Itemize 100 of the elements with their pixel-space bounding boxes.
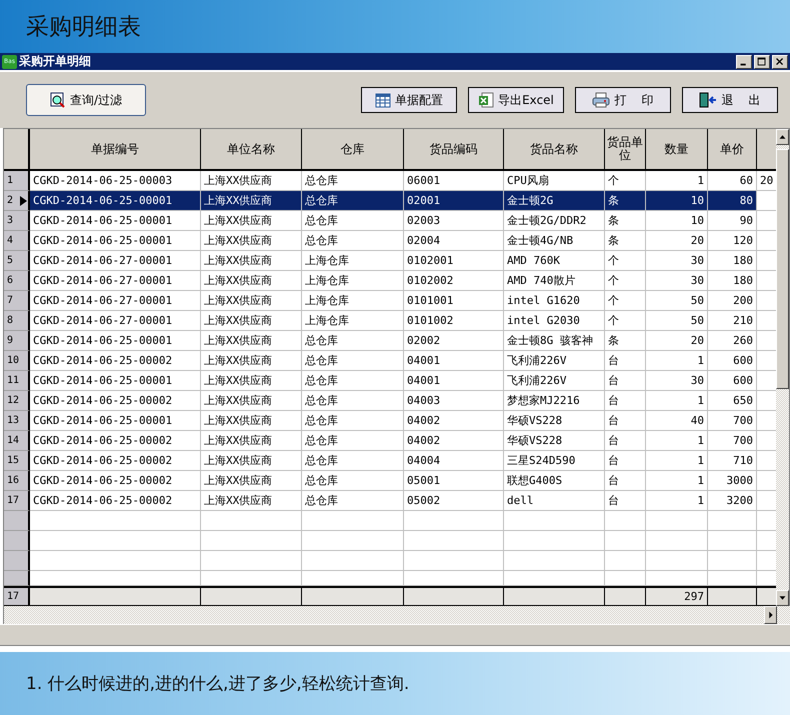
table-cell: 1 bbox=[646, 351, 708, 371]
table-cell: 个 bbox=[605, 171, 646, 191]
row-header[interactable]: 8 bbox=[4, 311, 30, 331]
table-cell: CGKD-2014-06-27-00001 bbox=[30, 311, 201, 331]
export-button[interactable]: 导出Excel bbox=[468, 87, 564, 113]
row-header bbox=[4, 511, 30, 531]
scroll-thumb[interactable] bbox=[776, 149, 789, 389]
row-header[interactable]: 11 bbox=[4, 371, 30, 391]
row-header[interactable]: 5 bbox=[4, 251, 30, 271]
row-header[interactable]: 12 bbox=[4, 391, 30, 411]
row-number: 14 bbox=[7, 435, 20, 446]
filter-button[interactable]: 查询/过滤 bbox=[26, 84, 146, 116]
config-button[interactable]: 单据配置 bbox=[361, 87, 457, 113]
row-number: 8 bbox=[7, 315, 14, 326]
row-header[interactable]: 4 bbox=[4, 231, 30, 251]
row-header[interactable]: 15 bbox=[4, 451, 30, 471]
column-header[interactable]: 数量 bbox=[646, 129, 708, 171]
table-cell: CGKD-2014-06-25-00001 bbox=[30, 191, 201, 211]
table-cell: 1 bbox=[646, 491, 708, 511]
column-header[interactable]: 货品名称 bbox=[504, 129, 605, 171]
column-header[interactable]: 单位名称 bbox=[201, 129, 302, 171]
row-header[interactable]: 1 bbox=[4, 171, 30, 191]
table-cell: 个 bbox=[605, 291, 646, 311]
table-cell: 个 bbox=[605, 251, 646, 271]
minimize-button[interactable] bbox=[736, 54, 752, 68]
spreadsheet-icon bbox=[478, 92, 494, 108]
table-cell bbox=[605, 571, 646, 586]
table-cell: 60 bbox=[708, 171, 757, 191]
row-header[interactable]: 2 bbox=[4, 191, 30, 211]
table-cell: 210 bbox=[708, 311, 757, 331]
table-cell: 上海XX供应商 bbox=[201, 311, 302, 331]
total-cell: 297 bbox=[646, 586, 708, 606]
table-cell bbox=[646, 511, 708, 531]
table-cell: CGKD-2014-06-27-00001 bbox=[30, 271, 201, 291]
row-header bbox=[4, 571, 30, 586]
table-cell bbox=[605, 551, 646, 571]
table-cell: CPU风扇 bbox=[504, 171, 605, 191]
scroll-up-button[interactable] bbox=[776, 129, 789, 145]
table-cell: 上海仓库 bbox=[302, 251, 404, 271]
row-number: 13 bbox=[7, 415, 20, 426]
table-cell: CGKD-2014-06-25-00002 bbox=[30, 471, 201, 491]
scroll-right-button[interactable] bbox=[764, 606, 777, 624]
scroll-down-button[interactable] bbox=[776, 590, 789, 606]
row-number: 15 bbox=[7, 455, 20, 466]
printer-icon bbox=[592, 92, 610, 108]
table-cell bbox=[605, 531, 646, 551]
column-header[interactable]: 仓库 bbox=[302, 129, 404, 171]
table-cell: 120 bbox=[708, 231, 757, 251]
table-cell: 上海XX供应商 bbox=[201, 191, 302, 211]
row-header[interactable]: 3 bbox=[4, 211, 30, 231]
table-cell: 50 bbox=[646, 311, 708, 331]
table-cell: 个 bbox=[605, 271, 646, 291]
row-header bbox=[4, 531, 30, 551]
column-header[interactable]: 货品单位 bbox=[605, 129, 646, 171]
table-cell: 华硕VS228 bbox=[504, 411, 605, 431]
row-number: 7 bbox=[7, 295, 14, 306]
table-cell: 1 bbox=[646, 471, 708, 491]
table-cell: 04004 bbox=[404, 451, 504, 471]
row-header[interactable]: 10 bbox=[4, 351, 30, 371]
table-cell: 联想G400S bbox=[504, 471, 605, 491]
table-cell: 600 bbox=[708, 371, 757, 391]
table-cell: 上海XX供应商 bbox=[201, 251, 302, 271]
row-header[interactable]: 9 bbox=[4, 331, 30, 351]
table-cell: 上海仓库 bbox=[302, 311, 404, 331]
table-cell: 50 bbox=[646, 291, 708, 311]
row-number: 6 bbox=[7, 275, 14, 286]
table-cell: CGKD-2014-06-27-00001 bbox=[30, 251, 201, 271]
table-cell bbox=[708, 551, 757, 571]
table-cell: 700 bbox=[708, 411, 757, 431]
column-header[interactable]: 货品编码 bbox=[404, 129, 504, 171]
table-cell: 200 bbox=[708, 291, 757, 311]
exit-button[interactable]: 退 出 bbox=[682, 87, 778, 113]
row-header[interactable]: 7 bbox=[4, 291, 30, 311]
table-cell: CGKD-2014-06-25-00002 bbox=[30, 351, 201, 371]
row-header[interactable]: 14 bbox=[4, 431, 30, 451]
column-header[interactable]: 单据编号 bbox=[30, 129, 201, 171]
table-cell: 台 bbox=[605, 431, 646, 451]
table-cell: CGKD-2014-06-25-00003 bbox=[30, 171, 201, 191]
table-cell: 台 bbox=[605, 351, 646, 371]
table-cell bbox=[605, 511, 646, 531]
row-header[interactable]: 6 bbox=[4, 271, 30, 291]
table-cell: 3000 bbox=[708, 471, 757, 491]
maximize-button[interactable] bbox=[754, 54, 770, 68]
table-cell: 总仓库 bbox=[302, 331, 404, 351]
row-header[interactable]: 16 bbox=[4, 471, 30, 491]
table-cell bbox=[646, 531, 708, 551]
table-cell: 20 bbox=[646, 331, 708, 351]
table-cell: 10 bbox=[646, 211, 708, 231]
table-cell: 10 bbox=[646, 191, 708, 211]
print-button[interactable]: 打 印 bbox=[575, 87, 671, 113]
table-cell: 0102002 bbox=[404, 271, 504, 291]
table-cell bbox=[708, 571, 757, 586]
row-header[interactable]: 13 bbox=[4, 411, 30, 431]
table-cell: CGKD-2014-06-25-00002 bbox=[30, 391, 201, 411]
table-cell: 总仓库 bbox=[302, 211, 404, 231]
row-header[interactable]: 17 bbox=[4, 491, 30, 511]
row-number: 10 bbox=[7, 355, 20, 366]
close-button[interactable] bbox=[772, 54, 788, 68]
table-cell: 总仓库 bbox=[302, 351, 404, 371]
column-header[interactable]: 单价 bbox=[708, 129, 757, 171]
